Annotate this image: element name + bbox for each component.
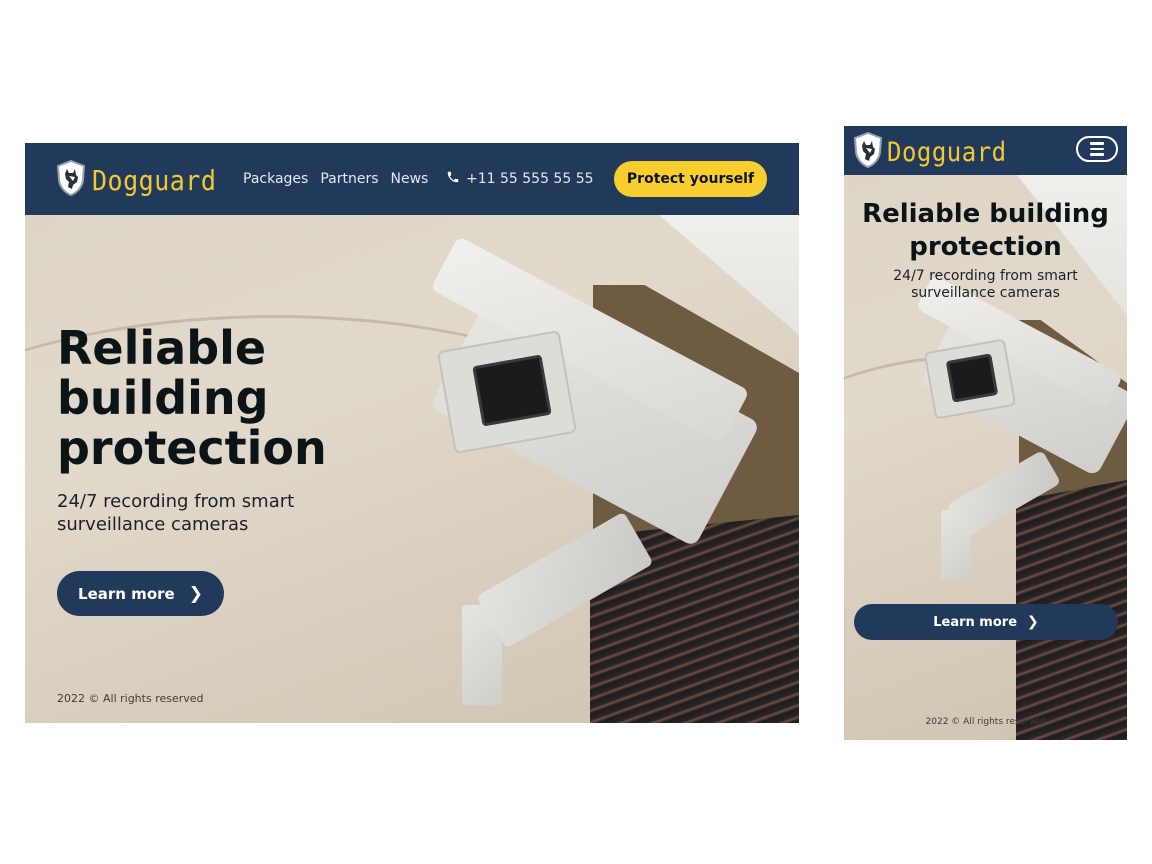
hero-title-line: protection bbox=[57, 421, 327, 475]
hero-subtitle: 24/7 recording from smart surveillance c… bbox=[893, 268, 1078, 301]
dog-shield-icon bbox=[56, 159, 86, 200]
navbar: Dogguard Packages Partners News +11 55 5… bbox=[25, 143, 799, 215]
nav-links: Packages Partners News bbox=[243, 143, 440, 215]
camera-lens bbox=[945, 353, 999, 403]
hamburger-menu-icon-bar bbox=[1090, 147, 1104, 151]
copyright-footer: 2022 © All rights reserved bbox=[925, 717, 1046, 727]
nav-link-packages[interactable]: Packages bbox=[243, 171, 308, 187]
chevron-right-icon: ❯ bbox=[1027, 614, 1039, 630]
hero-subtitle: 24/7 recording from smart surveillance c… bbox=[57, 491, 295, 535]
camera-lens bbox=[472, 354, 552, 427]
phone-number: +11 55 555 55 55 bbox=[466, 171, 594, 187]
hamburger-menu-icon-bar bbox=[1090, 153, 1104, 156]
brand-name: Dogguard bbox=[92, 164, 217, 196]
hamburger-menu-button[interactable] bbox=[1076, 136, 1118, 162]
hero-title-line: Reliable bbox=[57, 321, 267, 375]
learn-more-button[interactable]: Learn more ❯ bbox=[57, 571, 224, 616]
hero-title: Reliable building protection bbox=[57, 323, 327, 473]
brand-name: Dogguard bbox=[887, 136, 1007, 168]
nav-link-partners[interactable]: Partners bbox=[320, 171, 378, 187]
phone-icon bbox=[446, 170, 460, 188]
learn-more-label: Learn more bbox=[78, 584, 175, 603]
dog-shield-icon bbox=[853, 131, 883, 172]
hero-title: Reliable building protection bbox=[862, 199, 1109, 262]
copyright-footer: 2022 © All rights reserved bbox=[57, 692, 204, 705]
mobile-preview: Dogguard Reliable building protection 24… bbox=[844, 126, 1127, 740]
phone-contact[interactable]: +11 55 555 55 55 bbox=[446, 143, 594, 215]
nav-link-news[interactable]: News bbox=[391, 171, 429, 187]
desktop-preview: Dogguard Packages Partners News +11 55 5… bbox=[25, 143, 799, 723]
learn-more-label: Learn more bbox=[933, 614, 1018, 630]
brand-logo[interactable]: Dogguard bbox=[56, 159, 217, 200]
navbar: Dogguard bbox=[844, 126, 1127, 175]
brand-logo[interactable]: Dogguard bbox=[853, 131, 1007, 172]
protect-yourself-button[interactable]: Protect yourself bbox=[614, 161, 767, 197]
learn-more-button[interactable]: Learn more ❯ bbox=[854, 604, 1118, 640]
hamburger-menu-icon-bar bbox=[1090, 142, 1104, 145]
chevron-right-icon: ❯ bbox=[188, 583, 203, 604]
hero-title-line: building bbox=[57, 371, 269, 425]
